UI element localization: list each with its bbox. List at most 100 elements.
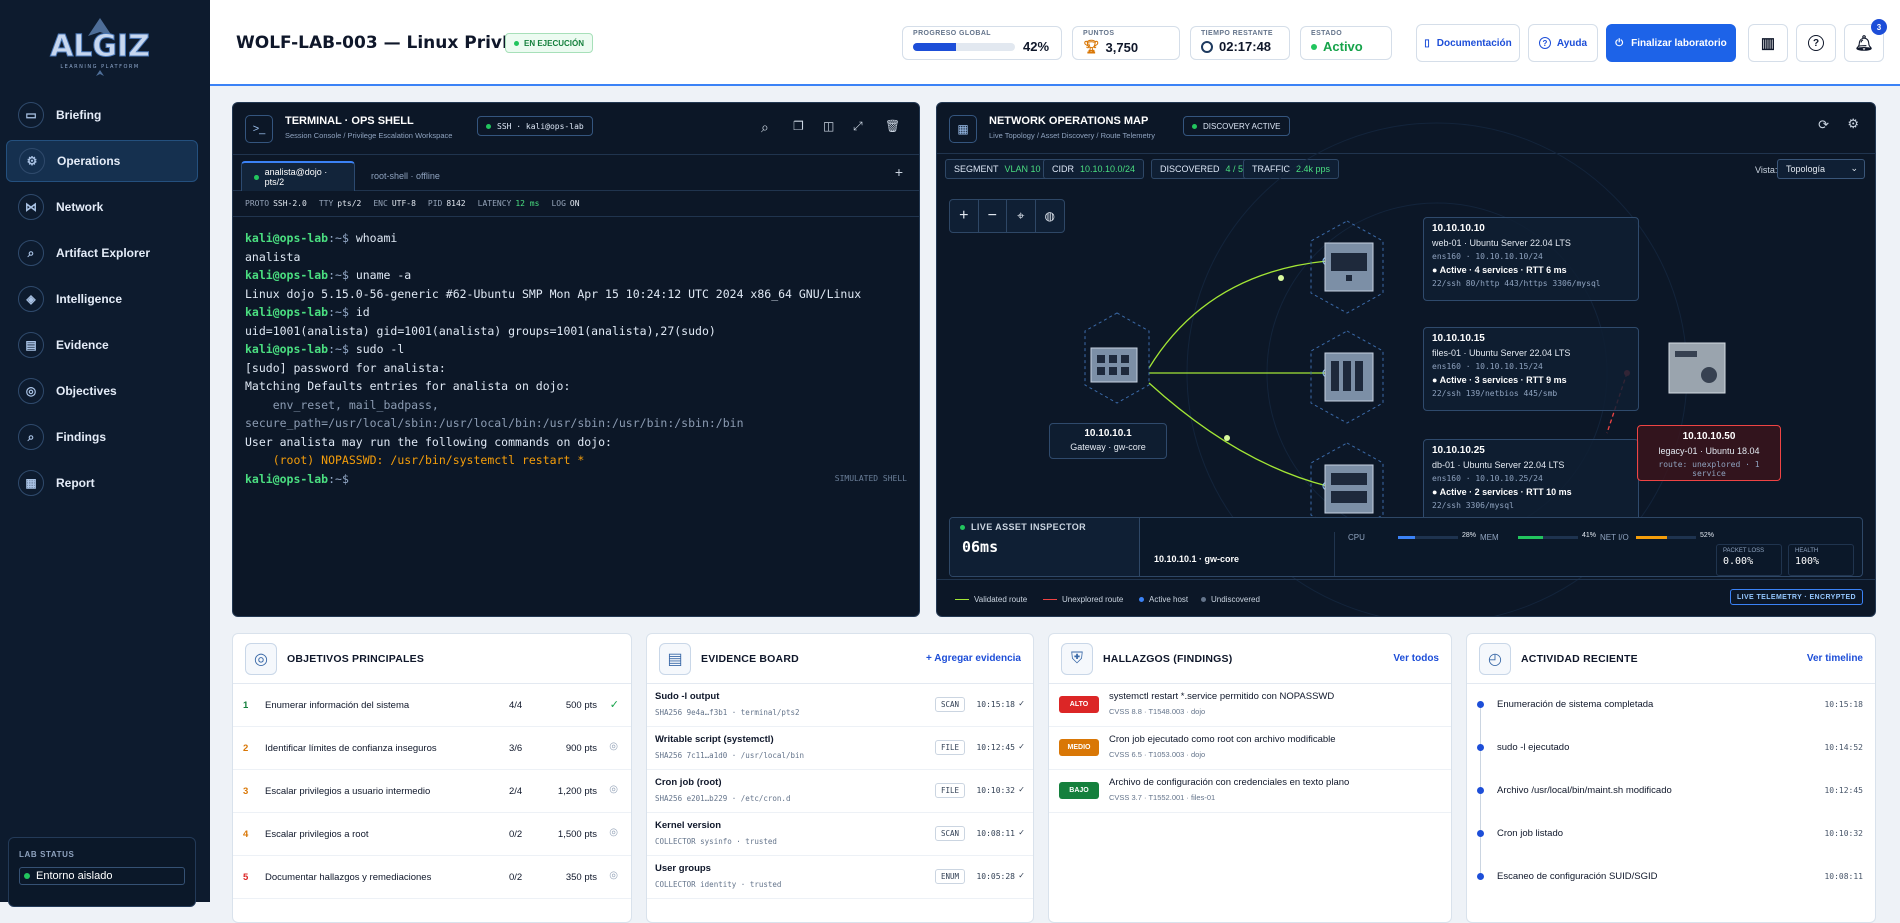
objective-number: 1 xyxy=(243,700,249,711)
objective-progress: 0/2 xyxy=(509,872,523,883)
clock-icon xyxy=(1201,40,1213,53)
objective-row[interactable]: 3 Escalar privilegios a usuario intermedi… xyxy=(233,770,631,813)
evidence-meta: SHA256 e201…b229 · /etc/cron.d xyxy=(655,794,791,803)
add-evidence-link[interactable]: + Agregar evidencia xyxy=(926,653,1021,664)
evidence-name: Cron job (root) xyxy=(655,777,722,788)
objective-points: 350 pts xyxy=(565,872,597,883)
view-all-findings-link[interactable]: Ver todos xyxy=(1393,653,1439,664)
tab-analista[interactable]: analista@dojo · pts/2 xyxy=(241,161,355,191)
finding-row[interactable]: MEDIO Cron job ejecutado como root con ar… xyxy=(1049,727,1451,770)
activity-row[interactable]: Enumeración de sistema completada 10:15:1… xyxy=(1467,684,1875,727)
fullscreen-icon[interactable]: ⤢ xyxy=(853,119,863,134)
cpu-bar xyxy=(1398,536,1458,539)
route-web-01 xyxy=(1148,260,1328,369)
evidence-row[interactable]: Cron job (root) SHA256 e201…b229 · /etc/c… xyxy=(647,770,1033,813)
mem-label: MEM xyxy=(1480,533,1499,542)
host-card-web-01[interactable]: 10.10.10.10 web-01 · Ubuntu Server 22.04… xyxy=(1423,217,1639,301)
net-fill xyxy=(1636,536,1668,539)
host-card-db-01[interactable]: 10.10.10.25 db-01 · Ubuntu Server 22.04 … xyxy=(1423,439,1639,523)
points-label: PUNTOS xyxy=(1083,30,1115,37)
evidence-time: 10:10:32 xyxy=(976,786,1015,795)
evidence-row[interactable]: Sudo -l output SHA256 9e4a…f3b1 · termina… xyxy=(647,684,1033,727)
trophy-icon: 🏆︎ xyxy=(1083,39,1100,54)
sidebar-item-report[interactable]: ▦ Report xyxy=(6,462,198,504)
sidebar-item-artifact-explorer[interactable]: ⌕ Artifact Explorer xyxy=(6,232,198,274)
objective-label: Escalar privilegios a usuario intermedio xyxy=(265,786,431,797)
severity-badge: ALTO xyxy=(1059,696,1099,713)
search-icon[interactable]: ⌕ xyxy=(761,119,769,136)
sidebar-item-intelligence[interactable]: ◈ Intelligence xyxy=(6,278,198,320)
cpu-fill xyxy=(1398,536,1415,539)
evidence-meta: COLLECTOR identity · trusted xyxy=(655,880,782,889)
split-icon[interactable]: ◫ xyxy=(823,119,834,133)
notifications-button[interactable]: 🔔︎ 3 xyxy=(1844,19,1887,62)
server-legacy-01[interactable] xyxy=(1668,342,1726,394)
evidence-row[interactable]: Writable script (systemctl) SHA256 7c11…a… xyxy=(647,727,1033,770)
activity-label: sudo -l ejecutado xyxy=(1497,742,1570,753)
check-icon: ✓ xyxy=(609,699,619,711)
activity-time: 10:12:45 xyxy=(1824,786,1863,795)
terminal-title: TERMINAL · OPS SHELL xyxy=(285,115,414,127)
lab-status-title: LAB STATUS xyxy=(19,850,75,859)
documentation-button[interactable]: ▯ Documentación xyxy=(1416,24,1520,62)
evidence-row[interactable]: User groups COLLECTOR identity · trusted E… xyxy=(647,856,1033,899)
terminal-panel: >_ TERMINAL · OPS SHELL Session Console … xyxy=(232,102,920,617)
legend-active: Active host xyxy=(1139,595,1188,604)
top-header: WOLF-LAB-003 — Linux PrivEsc Dojo EN EJE… xyxy=(210,0,1900,86)
sidebar-item-operations[interactable]: ⚙ Operations xyxy=(6,140,198,182)
sidebar-item-objectives[interactable]: ◎ Objectives xyxy=(6,370,198,412)
view-timeline-link[interactable]: Ver timeline xyxy=(1807,653,1863,664)
add-tab-icon[interactable]: + xyxy=(895,164,903,180)
evidence-name: Kernel version xyxy=(655,820,721,831)
host-card-files-01[interactable]: 10.10.10.15 files-01 · Ubuntu Server 22.… xyxy=(1423,327,1639,411)
state-value: Activo xyxy=(1323,39,1363,54)
points-value: 3,750 xyxy=(1105,39,1139,55)
objective-row[interactable]: 4 Escalar privilegios a root 0/2 1,500 pts ◎ xyxy=(233,813,631,856)
timeline-dot xyxy=(1477,701,1484,708)
sidebar-item-label: Evidence xyxy=(56,338,109,352)
help-circle-button[interactable]: ? xyxy=(1796,24,1836,62)
objective-points: 1,200 pts xyxy=(557,786,597,797)
server-web-01[interactable] xyxy=(1324,242,1374,292)
inspector-title: LIVE ASSET INSPECTOR xyxy=(960,522,1086,532)
server-db-01[interactable] xyxy=(1324,464,1374,514)
activity-row[interactable]: Escaneo de configuración SUID/SGID 10:08:… xyxy=(1467,856,1875,899)
trash-icon[interactable]: 🗑︎ xyxy=(885,119,900,133)
inspector-asset: 10.10.10.1 · gw-core xyxy=(1154,554,1240,564)
activity-row[interactable]: Archivo /usr/local/bin/maint.sh modifica… xyxy=(1467,770,1875,813)
help-button[interactable]: ? Ayuda xyxy=(1528,24,1598,62)
check-icon: ✓ xyxy=(1018,828,1025,837)
server-files-01[interactable] xyxy=(1324,352,1374,402)
sidebar-item-evidence[interactable]: ▤ Evidence xyxy=(6,324,198,366)
tab-root-shell[interactable]: root-shell · offline xyxy=(359,161,452,191)
sidebar-item-label: Briefing xyxy=(56,108,102,122)
sidebar-item-findings[interactable]: ⌕ Findings xyxy=(6,416,198,458)
objective-row[interactable]: 1 Enumerar información del sistema 4/4 500 … xyxy=(233,684,631,727)
cpu-label: CPU xyxy=(1348,533,1365,542)
sidebar-item-label: Findings xyxy=(56,430,106,444)
svg-text:LEARNING PLATFORM: LEARNING PLATFORM xyxy=(60,64,139,70)
activity-row[interactable]: sudo -l ejecutado 10:14:52 xyxy=(1467,727,1875,770)
copy-icon[interactable]: ❐ xyxy=(793,119,804,133)
progress-fill xyxy=(913,42,956,51)
objective-row[interactable]: 2 Identificar límites de confianza insegu… xyxy=(233,727,631,770)
finding-row[interactable]: BAJO Archivo de configuración con credenc… xyxy=(1049,770,1451,813)
intelligence-icon: ◈ xyxy=(18,286,44,312)
gateway-node[interactable] xyxy=(1090,347,1138,383)
activity-row[interactable]: Cron job listado 10:10:32 xyxy=(1467,813,1875,856)
check-icon: ✓ xyxy=(1018,742,1025,751)
sidebar-item-label: Intelligence xyxy=(56,292,123,306)
sidebar-item-briefing[interactable]: ▭ Briefing xyxy=(6,94,198,136)
gateway-card[interactable]: 10.10.10.1 Gateway · gw-core xyxy=(1049,423,1167,459)
finish-lab-button[interactable]: ⏻ Finalizar laboratorio xyxy=(1606,24,1736,62)
evidence-tag: ENUM xyxy=(935,869,966,884)
evidence-row[interactable]: Kernel version COLLECTOR sysinfo · truste… xyxy=(647,813,1033,856)
finding-row[interactable]: ALTO systemctl restart *.service permitid… xyxy=(1049,684,1451,727)
host-card-legacy-01[interactable]: 10.10.10.50 legacy-01 · Ubuntu 18.04 rou… xyxy=(1637,425,1781,481)
check-icon: ✓ xyxy=(1018,785,1025,794)
sidebar-item-network[interactable]: ⋈ Network xyxy=(6,186,198,228)
book-button[interactable]: ▥ xyxy=(1748,24,1788,62)
terminal-output[interactable]: kali@ops-lab:~$ whoami analista kali@ops-l… xyxy=(233,217,919,500)
objective-row[interactable]: 5 Documentar hallazgos y remediaciones 0/2… xyxy=(233,856,631,899)
severity-badge: BAJO xyxy=(1059,782,1099,799)
